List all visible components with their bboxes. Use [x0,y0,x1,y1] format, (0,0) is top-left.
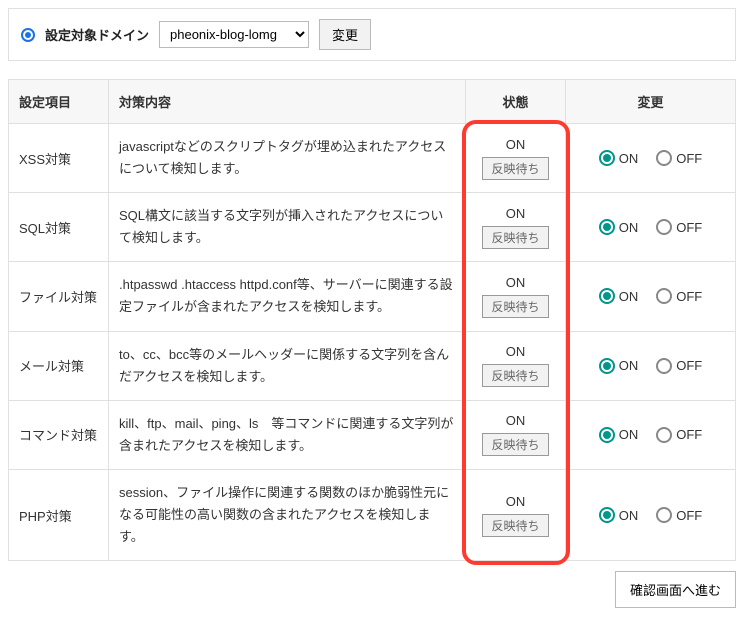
radio-off[interactable]: OFF [656,358,702,374]
radio-on-label: ON [619,289,639,304]
row-status: ON 反映待ち [466,124,566,193]
radio-off-icon [656,507,672,523]
radio-off-label: OFF [676,289,702,304]
radio-on-label: ON [619,358,639,373]
status-pending-badge: 反映待ち [482,514,548,537]
radio-off[interactable]: OFF [656,288,702,304]
status-on-label: ON [476,206,555,221]
radio-off-label: OFF [676,151,702,166]
status-on-label: ON [476,137,555,152]
radio-on-label: ON [619,151,639,166]
footer: 確認画面へ進む [8,571,736,608]
radio-off-label: OFF [676,427,702,442]
radio-on[interactable]: ON [599,288,639,304]
radio-on[interactable]: ON [599,427,639,443]
row-desc: javascriptなどのスクリプトタグが埋め込まれたアクセスについて検知します… [109,124,466,193]
radio-on[interactable]: ON [599,358,639,374]
radio-on-icon [599,507,615,523]
radio-on-icon [599,288,615,304]
radio-on[interactable]: ON [599,150,639,166]
radio-off-label: OFF [676,508,702,523]
radio-off[interactable]: OFF [656,219,702,235]
row-status: ON 反映待ち [466,262,566,331]
row-item: コマンド対策 [9,400,109,469]
header-status: 状態 [466,80,566,124]
radio-off-icon [656,358,672,374]
row-status: ON 反映待ち [466,469,566,560]
header-change: 変更 [566,80,736,124]
radio-off[interactable]: OFF [656,427,702,443]
row-change: ON OFF [566,469,736,560]
domain-label: 設定対象ドメイン [45,25,149,44]
status-on-label: ON [476,275,555,290]
row-change: ON OFF [566,193,736,262]
radio-on-label: ON [619,427,639,442]
row-item: SQL対策 [9,193,109,262]
table-row: PHP対策session、ファイル操作に関連する関数のほか脆弱性元になる可能性の… [9,469,736,560]
radio-off[interactable]: OFF [656,507,702,523]
row-item: XSS対策 [9,124,109,193]
table-row: SQL対策SQL構文に該当する文字列が挿入されたアクセスについて検知します。ON… [9,193,736,262]
status-pending-badge: 反映待ち [482,364,548,387]
radio-off-icon [656,219,672,235]
radio-off-icon [656,427,672,443]
radio-off[interactable]: OFF [656,150,702,166]
row-item: PHP対策 [9,469,109,560]
radio-on-icon [599,427,615,443]
status-on-label: ON [476,494,555,509]
radio-off-icon [656,288,672,304]
radio-on-icon [599,358,615,374]
row-change: ON OFF [566,124,736,193]
settings-table: 設定項目 対策内容 状態 変更 XSS対策javascriptなどのスクリプトタ… [8,79,736,561]
row-change: ON OFF [566,400,736,469]
row-item: ファイル対策 [9,262,109,331]
header-desc: 対策内容 [109,80,466,124]
row-desc: session、ファイル操作に関連する関数のほか脆弱性元になる可能性の高い関数の… [109,469,466,560]
status-pending-badge: 反映待ち [482,295,548,318]
domain-selector-bar: 設定対象ドメイン pheonix-blog-lomg 変更 [8,8,736,61]
status-pending-badge: 反映待ち [482,226,548,249]
status-on-label: ON [476,344,555,359]
radio-on-icon [599,219,615,235]
row-status: ON 反映待ち [466,193,566,262]
header-item: 設定項目 [9,80,109,124]
confirm-button[interactable]: 確認画面へ進む [615,571,736,608]
table-row: メール対策to、cc、bcc等のメールヘッダーに関係する文字列を含んだアクセスを… [9,331,736,400]
radio-on[interactable]: ON [599,219,639,235]
row-status: ON 反映待ち [466,331,566,400]
status-pending-badge: 反映待ち [482,157,548,180]
radio-off-label: OFF [676,358,702,373]
status-on-label: ON [476,413,555,428]
row-change: ON OFF [566,331,736,400]
domain-radio-icon [21,28,35,42]
radio-on[interactable]: ON [599,507,639,523]
radio-on-label: ON [619,508,639,523]
domain-select[interactable]: pheonix-blog-lomg [159,21,309,48]
domain-change-button[interactable]: 変更 [319,19,371,50]
row-change: ON OFF [566,262,736,331]
row-item: メール対策 [9,331,109,400]
row-status: ON 反映待ち [466,400,566,469]
table-row: XSS対策javascriptなどのスクリプトタグが埋め込まれたアクセスについて… [9,124,736,193]
table-row: ファイル対策.htpasswd .htaccess httpd.conf等、サー… [9,262,736,331]
radio-off-label: OFF [676,220,702,235]
row-desc: to、cc、bcc等のメールヘッダーに関係する文字列を含んだアクセスを検知します… [109,331,466,400]
radio-off-icon [656,150,672,166]
row-desc: .htpasswd .htaccess httpd.conf等、サーバーに関連す… [109,262,466,331]
table-row: コマンド対策kill、ftp、mail、ping、ls 等コマンドに関連する文字… [9,400,736,469]
row-desc: kill、ftp、mail、ping、ls 等コマンドに関連する文字列が含まれた… [109,400,466,469]
settings-table-wrap: 設定項目 対策内容 状態 変更 XSS対策javascriptなどのスクリプトタ… [8,79,736,561]
radio-on-label: ON [619,220,639,235]
radio-on-icon [599,150,615,166]
row-desc: SQL構文に該当する文字列が挿入されたアクセスについて検知します。 [109,193,466,262]
status-pending-badge: 反映待ち [482,433,548,456]
